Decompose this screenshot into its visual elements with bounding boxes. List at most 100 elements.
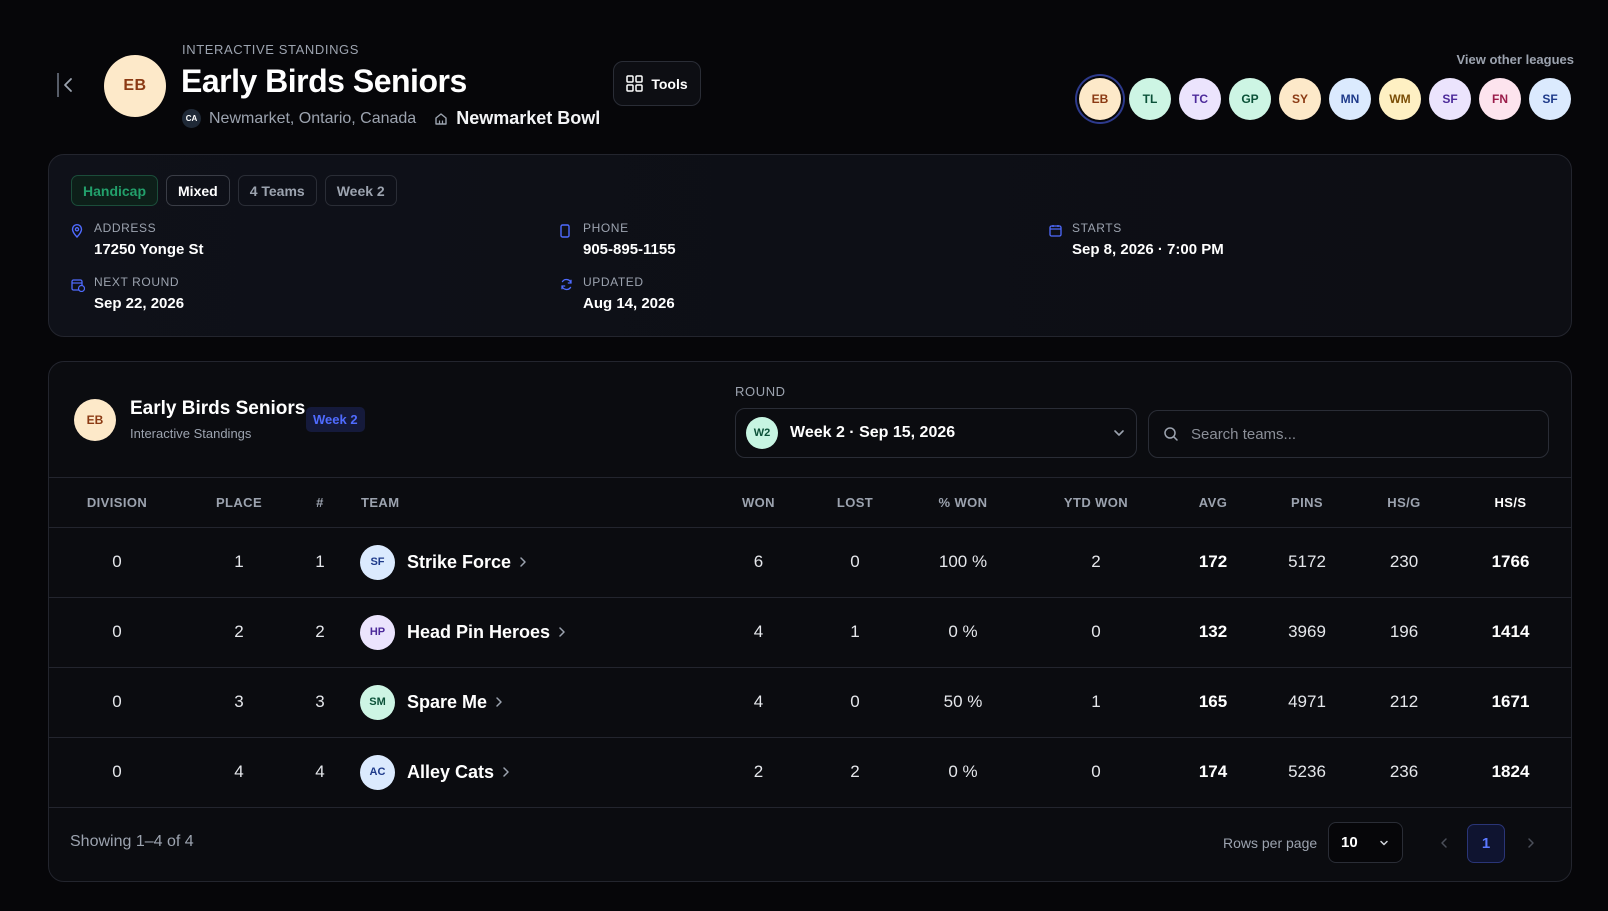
view-other-leagues-link[interactable]: View other leagues: [1456, 52, 1574, 67]
cell-won: 4: [711, 597, 806, 668]
info-address: ADDRESS 17250 Yonge St: [71, 221, 204, 258]
col-pct-won[interactable]: % WON: [904, 478, 1022, 528]
round-badge: W2: [746, 417, 778, 449]
table-row[interactable]: 033 SM Spare Me 4 0 50 % 1 165 4971 212 1671: [49, 667, 1571, 738]
cell-place: 4: [185, 737, 293, 808]
col-lost[interactable]: LOST: [806, 478, 904, 528]
round-select[interactable]: W2 Week 2 · Sep 15, 2026: [735, 408, 1137, 458]
table-header-row: DIVISION PLACE # TEAM WON LOST % WON YTD…: [49, 478, 1571, 528]
league-info-card: Handicap Mixed 4 Teams Week 2 ADDRESS 172…: [48, 154, 1572, 337]
team-avatar: SF: [360, 544, 395, 580]
col-division[interactable]: DIVISION: [49, 478, 185, 528]
refresh-icon: [560, 278, 574, 312]
team-name: Strike Force: [407, 551, 512, 572]
table-footer: Showing 1–4 of 4 Rows per page 10 1: [49, 805, 1571, 881]
tools-label: Tools: [651, 75, 688, 92]
col-team[interactable]: TEAM: [347, 478, 711, 528]
standings-card: EB Early Birds Seniors Interactive Stand…: [48, 361, 1572, 882]
phone-icon: [560, 224, 574, 258]
cell-hsg: 212: [1358, 667, 1450, 738]
cell-won: 2: [711, 737, 806, 808]
cell-team: SM Spare Me: [347, 667, 711, 738]
chevron-right-icon: [503, 767, 509, 777]
cell-hsg: 196: [1358, 597, 1450, 668]
rows-per-page-label: Rows per page: [1223, 835, 1318, 851]
page-title: Early Birds Seniors: [181, 63, 467, 99]
league-chip[interactable]: SF: [1429, 78, 1471, 120]
page-eyebrow: INTERACTIVE STANDINGS: [182, 42, 360, 57]
col-won[interactable]: WON: [711, 478, 806, 528]
team-avatar: SM: [360, 684, 395, 720]
cell-avg: 132: [1170, 597, 1256, 668]
info-label: ADDRESS: [94, 221, 157, 235]
round-value: Week 2 · Sep 15, 2026: [790, 424, 956, 441]
cell-avg: 165: [1170, 667, 1256, 738]
chevron-left-icon: [1441, 838, 1447, 848]
cell-number: 1: [293, 527, 347, 598]
cell-hss: 1671: [1450, 667, 1571, 738]
team-link[interactable]: HP Head Pin Heroes: [360, 614, 711, 650]
col-number[interactable]: #: [293, 478, 347, 528]
previous-page-button[interactable]: [1431, 825, 1457, 861]
cell-ytd-won: 1: [1022, 667, 1170, 738]
collapse-sidebar-button[interactable]: [56, 70, 78, 100]
col-avg[interactable]: AVG: [1170, 478, 1256, 528]
team-link[interactable]: AC Alley Cats: [360, 754, 711, 790]
cell-division: 0: [49, 737, 185, 808]
league-chip[interactable]: TL: [1129, 78, 1171, 120]
league-chip[interactable]: SY: [1279, 78, 1321, 120]
standings-title: Early Birds Seniors: [130, 398, 306, 419]
search-input[interactable]: [1191, 425, 1531, 443]
table-row[interactable]: 022 HP Head Pin Heroes 410 % 0 132 3969 196 1…: [49, 597, 1571, 668]
cell-place: 3: [185, 667, 293, 738]
grid-icon: [626, 75, 644, 92]
table-row[interactable]: 044 AC Alley Cats 220 % 0 174 5236 236 1824: [49, 737, 1571, 808]
league-chip[interactable]: EB: [1079, 78, 1121, 120]
cell-division: 0: [49, 527, 185, 598]
league-chip[interactable]: FN: [1479, 78, 1521, 120]
cell-avg: 174: [1170, 737, 1256, 808]
table-row[interactable]: 011 SF Strike Force 6 0 100 % 2 172 5172 230 17…: [49, 527, 1571, 598]
calendar-icon: [1049, 224, 1063, 258]
col-pins[interactable]: PINS: [1256, 478, 1358, 528]
col-hss[interactable]: HS/S: [1450, 478, 1571, 528]
col-hsg[interactable]: HS/G: [1358, 478, 1450, 528]
info-label: PHONE: [583, 221, 629, 235]
cell-ytd-won: 2: [1022, 527, 1170, 598]
info-starts: STARTS Sep 8, 2026 · 7:00 PM: [1049, 221, 1224, 258]
league-chip[interactable]: GP: [1229, 78, 1271, 120]
page-button-current[interactable]: 1: [1467, 824, 1505, 863]
tools-button[interactable]: Tools: [613, 61, 701, 106]
cell-pct-won: 50 %: [904, 667, 1022, 738]
cell-division: 0: [49, 667, 185, 738]
venue-name[interactable]: Newmarket Bowl: [456, 108, 600, 129]
info-value[interactable]: 905-895-1155: [583, 241, 676, 258]
league-chip[interactable]: MN: [1329, 78, 1371, 120]
league-chip[interactable]: SF: [1529, 78, 1571, 120]
cell-number: 2: [293, 597, 347, 668]
col-ytd-won[interactable]: YTD WON: [1022, 478, 1170, 528]
tag-teams: 4 Teams: [237, 175, 317, 206]
cell-pct-won: 100 %: [904, 527, 1022, 598]
chevron-right-icon: [1528, 838, 1534, 848]
cell-avg: 172: [1170, 527, 1256, 598]
cell-pins: 5172: [1256, 527, 1358, 598]
cell-hsg: 236: [1358, 737, 1450, 808]
league-chip[interactable]: TC: [1179, 78, 1221, 120]
cell-won: 4: [711, 667, 806, 738]
team-name: Head Pin Heroes: [407, 621, 551, 642]
team-link[interactable]: SM Spare Me: [360, 684, 711, 720]
chevron-right-icon: [559, 627, 565, 637]
calendar-clock-icon: [71, 278, 85, 312]
chevron-right-icon: [520, 557, 526, 567]
rows-per-page-value: 10: [1341, 834, 1358, 851]
cell-lost: 0: [806, 527, 904, 598]
rows-per-page-select[interactable]: 10: [1328, 822, 1403, 863]
cell-pins: 4971: [1256, 667, 1358, 738]
country-flag-icon: CA: [182, 109, 201, 128]
league-chip[interactable]: WM: [1379, 78, 1421, 120]
team-link[interactable]: SF Strike Force: [360, 544, 711, 580]
location-row: CA Newmarket, Ontario, Canada Newmarket …: [182, 108, 600, 129]
next-page-button[interactable]: [1518, 825, 1544, 861]
col-place[interactable]: PLACE: [185, 478, 293, 528]
